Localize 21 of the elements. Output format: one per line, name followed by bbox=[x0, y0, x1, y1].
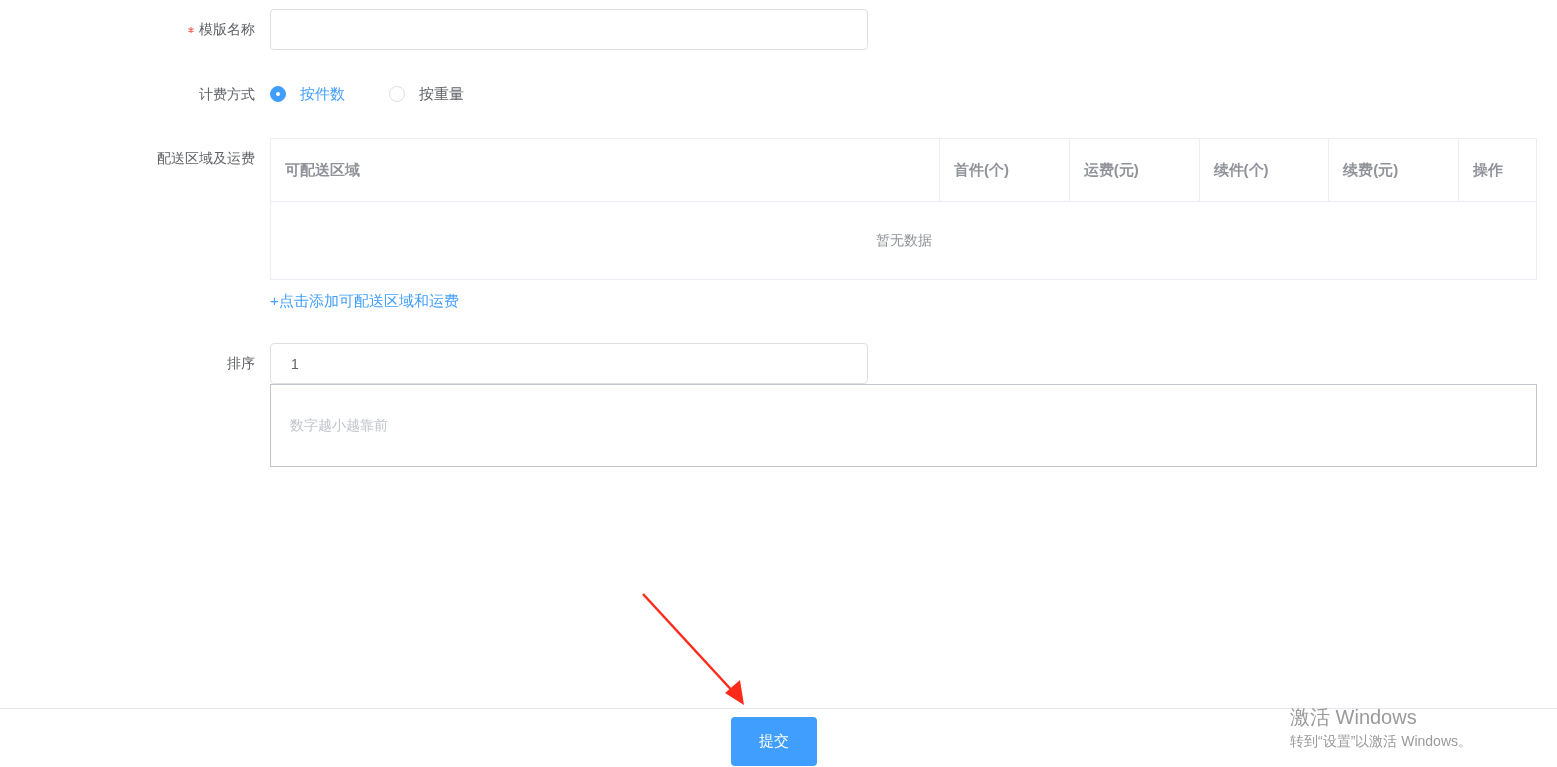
submit-button[interactable]: 提交 bbox=[731, 717, 817, 766]
column-header: 续件(个) bbox=[1198, 139, 1329, 201]
column-header: 续费(元) bbox=[1328, 139, 1459, 201]
add-region-link[interactable]: +点击添加可配送区域和运费 bbox=[270, 291, 459, 311]
column-header: 操作 bbox=[1458, 139, 1537, 201]
column-header: 运费(元) bbox=[1068, 139, 1199, 201]
number-input-field[interactable]: 1 bbox=[270, 343, 868, 384]
radio-button[interactable] bbox=[270, 86, 286, 102]
activation-title: 激活 Windows bbox=[1290, 705, 1418, 730]
empty-message: 暂无数据 bbox=[875, 231, 932, 250]
field-label: 计费方式 bbox=[199, 85, 255, 104]
radio-label[interactable]: 按重量 bbox=[419, 84, 464, 104]
radio-label[interactable]: 按件数 bbox=[300, 84, 345, 104]
field-label: 排序 bbox=[227, 354, 255, 373]
field-label: 模版名称 bbox=[199, 20, 255, 39]
column-header: 首件(个) bbox=[938, 139, 1069, 201]
text-input-field[interactable] bbox=[270, 9, 868, 50]
note-field[interactable]: 数字越小越靠前 bbox=[270, 384, 1537, 467]
column-header: 可配送区域 bbox=[284, 159, 361, 180]
field-label: 配送区域及运费 bbox=[157, 149, 255, 168]
activation-message: 转到“设置”以激活 Windows。 bbox=[1290, 732, 1472, 751]
